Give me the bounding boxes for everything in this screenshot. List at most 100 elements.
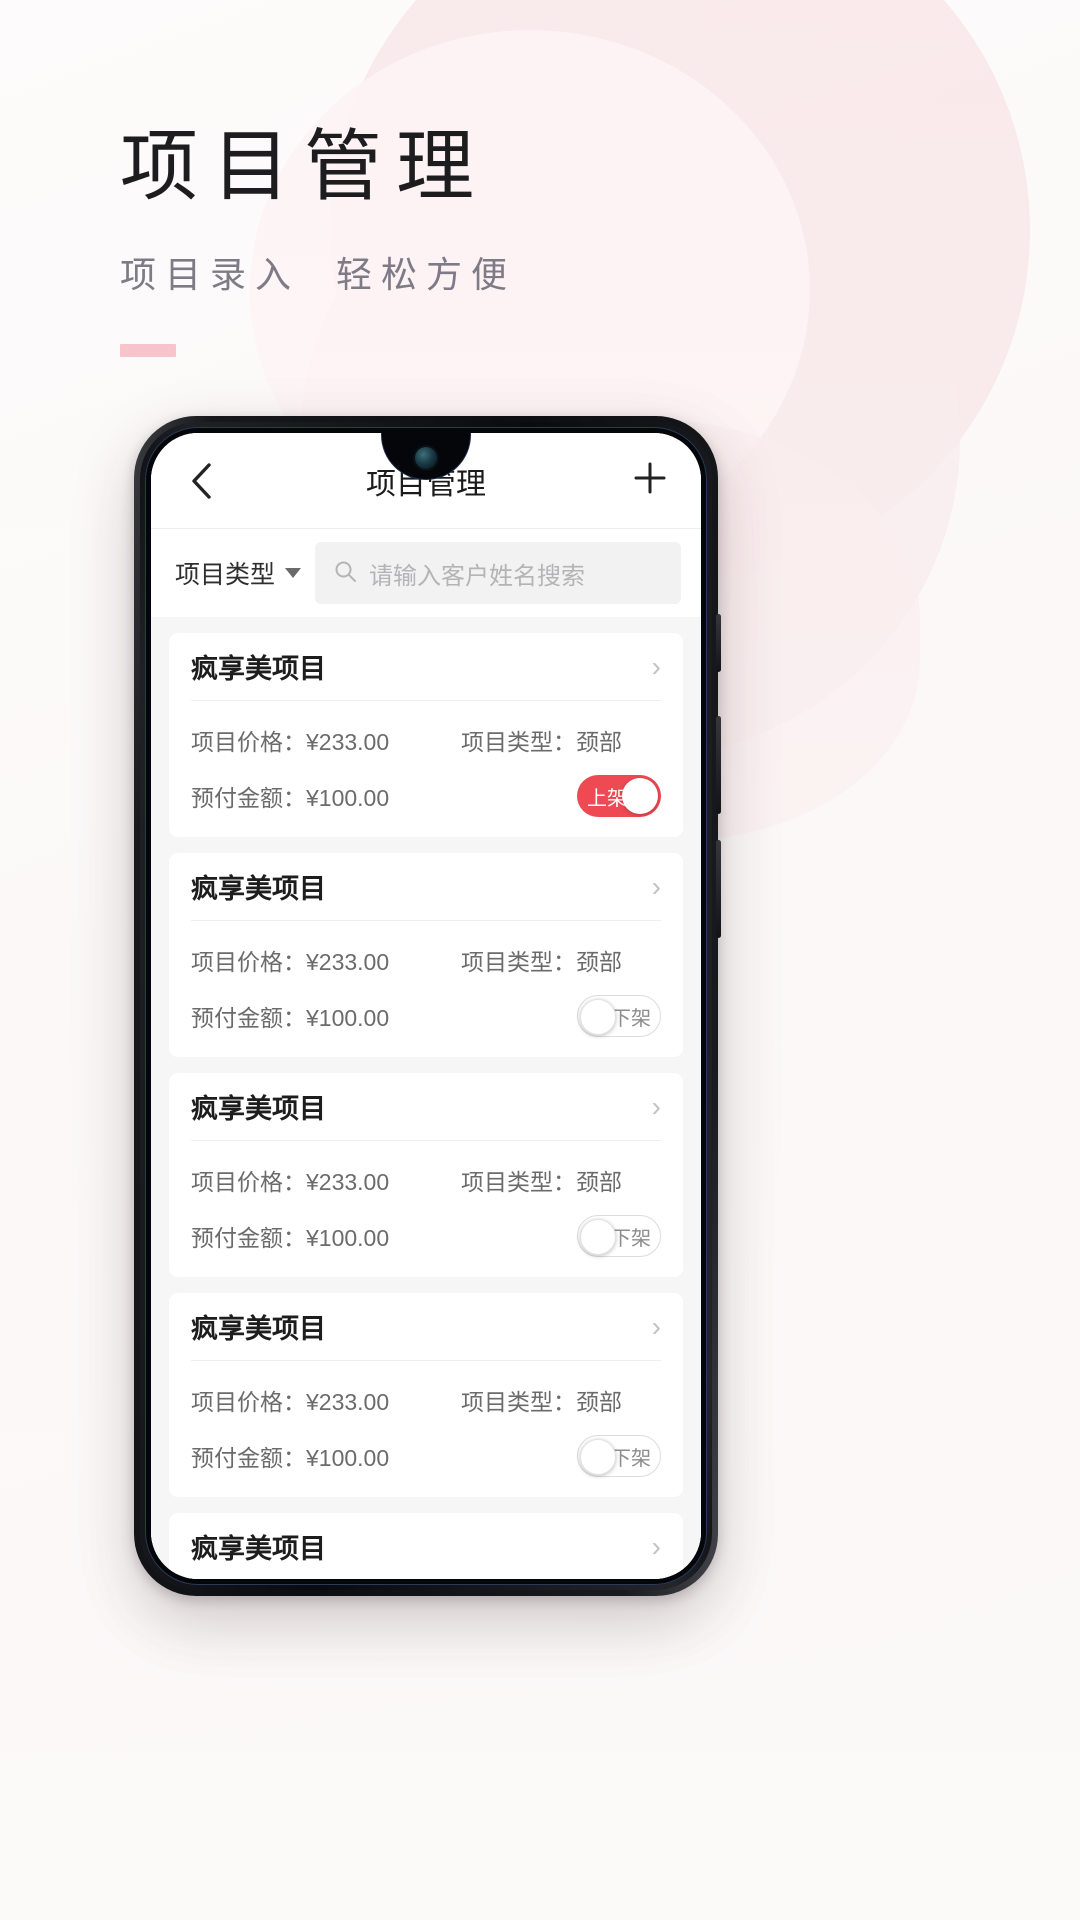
price-value: ¥233.00 [306,1389,390,1415]
search-input[interactable]: 请输入客户姓名搜索 [315,542,681,604]
price-field: 项目价格：¥233.00 [191,1163,389,1197]
phone-mockup: 项目管理 项目类型 请输入客户姓名搜索 疯享美项目 › 项目价格：¥233.00… [134,416,721,1596]
toggle-knob [622,778,658,814]
status-toggle-wrap: 下架 [461,1215,661,1257]
type-label: 项目类型： [461,1169,576,1195]
prepay-field: 预付金额：¥100.00 [191,779,389,813]
list-item[interactable]: 疯享美项目 › 项目价格：¥233.00 项目类型：颈部 预付金额：¥100.0… [169,853,683,1057]
prepay-value: ¥100.00 [306,1225,390,1251]
project-name: 疯享美项目 [191,654,326,684]
shelf-status-toggle[interactable]: 下架 [577,1435,661,1477]
card-row-price: 项目价格：¥233.00 项目类型：颈部 [191,941,661,979]
card-row-price: 项目价格：¥233.00 项目类型：颈部 [191,721,661,759]
card-header[interactable]: 疯享美项目 › [191,1073,661,1141]
shelf-status-toggle[interactable]: 下架 [577,1215,661,1257]
price-label: 项目价格： [191,1169,306,1195]
phone-volume-down-button [716,840,721,938]
phone-screen: 项目管理 项目类型 请输入客户姓名搜索 疯享美项目 › 项目价格：¥233.00… [151,433,701,1579]
toggle-knob [580,1219,616,1255]
project-list[interactable]: 疯享美项目 › 项目价格：¥233.00 项目类型：颈部 预付金额：¥100.0… [151,617,701,1579]
filter-bar: 项目类型 请输入客户姓名搜索 [151,529,701,617]
phone-power-button [716,614,721,672]
toggle-knob [580,1439,616,1475]
type-label: 项目类型： [461,1389,576,1415]
promo-headline-block: 项目管理 项目录入 轻松方便 [120,128,516,357]
project-name: 疯享美项目 [191,1534,326,1564]
status-toggle-wrap: 下架 [461,995,661,1037]
toggle-knob [580,999,616,1035]
list-item[interactable]: 疯享美项目 › 项目价格：¥233.00 项目类型：颈部 预付金额：¥100.0… [169,1513,683,1579]
shelf-status-toggle[interactable]: 下架 [577,995,661,1037]
toggle-label: 下架 [611,1227,651,1250]
prepay-label: 预付金额： [191,785,306,811]
type-value: 颈部 [576,729,622,755]
prepay-label: 预付金额： [191,1445,306,1471]
toggle-label: 上架 [587,787,627,810]
toggle-label: 下架 [611,1447,651,1470]
prepay-field: 预付金额：¥100.00 [191,999,389,1033]
search-placeholder: 请输入客户姓名搜索 [369,562,586,590]
card-header[interactable]: 疯享美项目 › [191,633,661,701]
type-value: 颈部 [576,949,622,975]
card-header[interactable]: 疯享美项目 › [191,1513,661,1579]
chevron-right-icon: › [651,1530,661,1562]
prepay-label: 预付金额： [191,1225,306,1251]
price-field: 项目价格：¥233.00 [191,1383,389,1417]
app-root: 项目管理 项目类型 请输入客户姓名搜索 疯享美项目 › 项目价格：¥233.00… [151,433,701,1579]
prepay-value: ¥100.00 [306,785,390,811]
project-name: 疯享美项目 [191,1094,326,1124]
project-type-dropdown[interactable]: 项目类型 [175,555,302,591]
prepay-value: ¥100.00 [306,1445,390,1471]
price-value: ¥233.00 [306,729,390,755]
price-value: ¥233.00 [306,949,390,975]
back-button[interactable] [179,459,223,503]
type-field: 项目类型：颈部 [461,723,661,757]
price-value: ¥233.00 [306,1169,390,1195]
list-item[interactable]: 疯享美项目 › 项目价格：¥233.00 项目类型：颈部 预付金额：¥100.0… [169,633,683,837]
chevron-right-icon: › [651,1090,661,1122]
prepay-field: 预付金额：¥100.00 [191,1219,389,1253]
chevron-left-icon [190,462,212,500]
project-type-label: 项目类型 [175,561,276,589]
project-name: 疯享美项目 [191,874,326,904]
status-toggle-wrap: 下架 [461,1435,661,1477]
card-header[interactable]: 疯享美项目 › [191,853,661,921]
page-subtitle: 项目录入 轻松方便 [120,255,517,295]
prepay-value: ¥100.00 [306,1005,390,1031]
page-title: 项目管理 [120,123,489,210]
list-item[interactable]: 疯享美项目 › 项目价格：¥233.00 项目类型：颈部 预付金额：¥100.0… [169,1073,683,1277]
price-field: 项目价格：¥233.00 [191,723,389,757]
type-value: 颈部 [576,1169,622,1195]
price-label: 项目价格： [191,949,306,975]
front-camera-icon [415,447,437,469]
plus-icon [633,461,667,500]
type-field: 项目类型：颈部 [461,1383,661,1417]
shelf-status-toggle[interactable]: 上架 [577,775,661,817]
type-field: 项目类型：颈部 [461,1163,661,1197]
phone-volume-up-button [716,716,721,814]
accent-bar [120,344,176,357]
toggle-label: 下架 [611,1007,651,1030]
prepay-field: 预付金额：¥100.00 [191,1439,389,1473]
type-label: 项目类型： [461,729,576,755]
price-label: 项目价格： [191,729,306,755]
status-toggle-wrap: 上架 [461,775,661,817]
chevron-right-icon: › [651,1310,661,1342]
chevron-right-icon: › [651,650,661,682]
search-icon [333,559,357,588]
project-name: 疯享美项目 [191,1314,326,1344]
list-item[interactable]: 疯享美项目 › 项目价格：¥233.00 项目类型：颈部 预付金额：¥100.0… [169,1293,683,1497]
add-project-button[interactable] [627,458,673,504]
price-label: 项目价格： [191,1389,306,1415]
prepay-label: 预付金额： [191,1005,306,1031]
card-header[interactable]: 疯享美项目 › [191,1293,661,1361]
card-row-prepay: 预付金额：¥100.00 下架 [191,1435,661,1477]
card-row-prepay: 预付金额：¥100.00 下架 [191,995,661,1037]
type-value: 颈部 [576,1389,622,1415]
type-label: 项目类型： [461,949,576,975]
chevron-right-icon: › [651,870,661,902]
card-row-price: 项目价格：¥233.00 项目类型：颈部 [191,1161,661,1199]
card-row-prepay: 预付金额：¥100.00 上架 [191,775,661,817]
type-field: 项目类型：颈部 [461,943,661,977]
card-row-price: 项目价格：¥233.00 项目类型：颈部 [191,1381,661,1419]
